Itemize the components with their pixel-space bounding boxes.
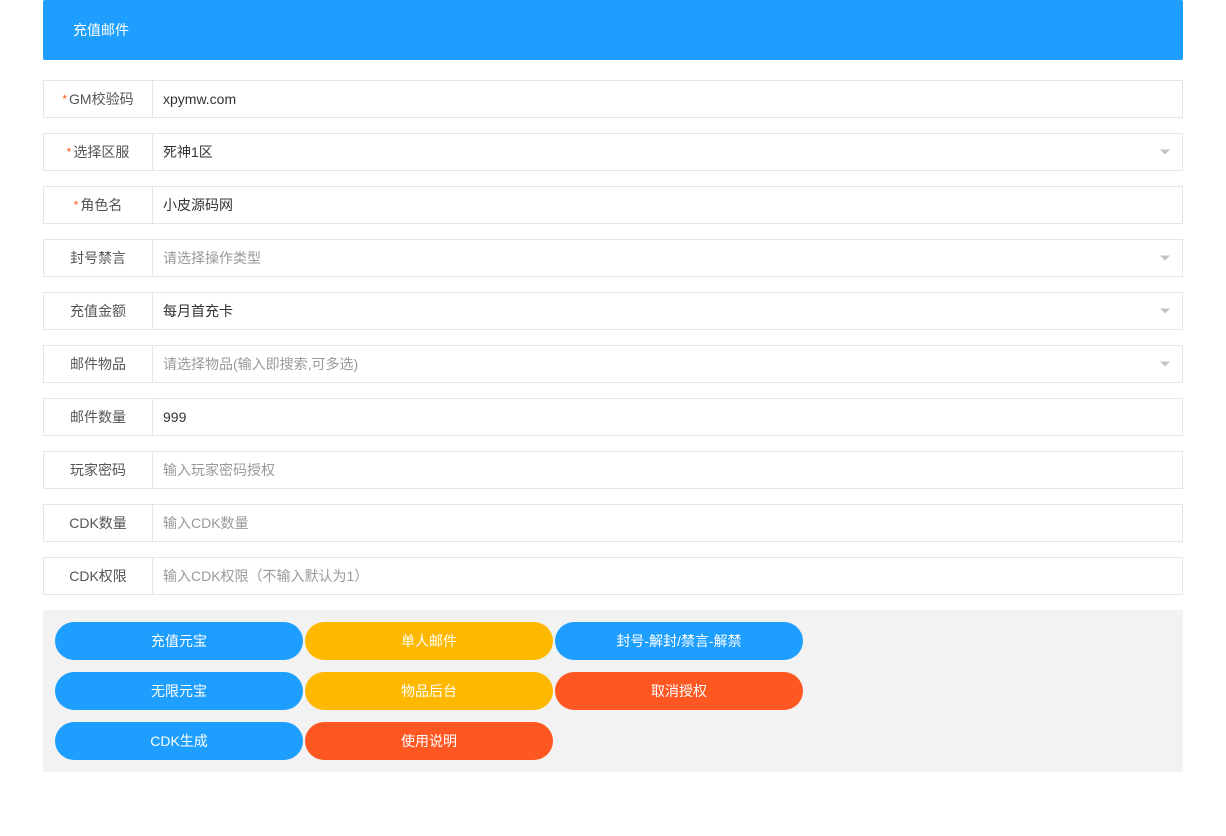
label-ban: 封号禁言 xyxy=(43,239,153,277)
chevron-down-icon xyxy=(1160,362,1170,367)
recharge-select-value: 每月首充卡 xyxy=(163,301,233,321)
cdk-qty-input[interactable] xyxy=(153,504,1183,542)
label-server: * 选择区服 xyxy=(43,133,153,171)
button-row-3: CDK生成 使用说明 xyxy=(55,722,1171,760)
chevron-down-icon xyxy=(1160,150,1170,155)
row-player-pwd: 玩家密码 xyxy=(43,451,1183,489)
label-text-server: 选择区服 xyxy=(73,142,129,162)
label-text-recharge: 充值金额 xyxy=(70,301,126,321)
item-backend-button[interactable]: 物品后台 xyxy=(305,672,553,710)
label-text-cdk-qty: CDK数量 xyxy=(69,513,127,533)
mail-item-placeholder: 请选择物品(输入即搜索,可多选) xyxy=(163,354,358,374)
label-player-pwd: 玩家密码 xyxy=(43,451,153,489)
row-server: * 选择区服 死神1区 xyxy=(43,133,1183,171)
gm-code-input[interactable] xyxy=(153,80,1183,118)
label-text-role: 角色名 xyxy=(80,195,122,215)
label-role-name: * 角色名 xyxy=(43,186,153,224)
recharge-yuanbao-button[interactable]: 充值元宝 xyxy=(55,622,303,660)
row-role-name: * 角色名 xyxy=(43,186,1183,224)
label-text-mail-item: 邮件物品 xyxy=(70,354,126,374)
recharge-select[interactable]: 每月首充卡 xyxy=(153,292,1183,330)
mail-item-select[interactable]: 请选择物品(输入即搜索,可多选) xyxy=(153,345,1183,383)
ban-select-placeholder: 请选择操作类型 xyxy=(163,248,261,268)
label-text-cdk-perm: CDK权限 xyxy=(69,566,127,586)
row-mail-qty: 邮件数量 xyxy=(43,398,1183,436)
required-mark: * xyxy=(62,92,67,106)
ban-select[interactable]: 请选择操作类型 xyxy=(153,239,1183,277)
button-row-2: 无限元宝 物品后台 取消授权 xyxy=(55,672,1171,710)
player-pwd-input[interactable] xyxy=(153,451,1183,489)
row-cdk-qty: CDK数量 xyxy=(43,504,1183,542)
label-text-player-pwd: 玩家密码 xyxy=(70,460,126,480)
label-gm-code: * GM校验码 xyxy=(43,80,153,118)
usage-info-button[interactable]: 使用说明 xyxy=(305,722,553,760)
row-gm-code: * GM校验码 xyxy=(43,80,1183,118)
button-row-1: 充值元宝 单人邮件 封号-解封/禁言-解禁 xyxy=(55,622,1171,660)
label-text-ban: 封号禁言 xyxy=(70,248,126,268)
label-text-mail-qty: 邮件数量 xyxy=(70,407,126,427)
unlimited-yuanbao-button[interactable]: 无限元宝 xyxy=(55,672,303,710)
single-mail-button[interactable]: 单人邮件 xyxy=(305,622,553,660)
row-mail-item: 邮件物品 请选择物品(输入即搜索,可多选) xyxy=(43,345,1183,383)
cdk-perm-input[interactable] xyxy=(153,557,1183,595)
server-select[interactable]: 死神1区 xyxy=(153,133,1183,171)
cancel-auth-button[interactable]: 取消授权 xyxy=(555,672,803,710)
button-panel: 充值元宝 单人邮件 封号-解封/禁言-解禁 无限元宝 物品后台 取消授权 CDK… xyxy=(43,610,1183,772)
page-title: 充值邮件 xyxy=(73,20,1153,40)
chevron-down-icon xyxy=(1160,309,1170,314)
row-ban: 封号禁言 请选择操作类型 xyxy=(43,239,1183,277)
mail-qty-input[interactable] xyxy=(153,398,1183,436)
ban-unban-button[interactable]: 封号-解封/禁言-解禁 xyxy=(555,622,803,660)
role-name-input[interactable] xyxy=(153,186,1183,224)
chevron-down-icon xyxy=(1160,256,1170,261)
cdk-generate-button[interactable]: CDK生成 xyxy=(55,722,303,760)
label-recharge: 充值金额 xyxy=(43,292,153,330)
header-panel: 充值邮件 xyxy=(43,0,1183,60)
server-select-value: 死神1区 xyxy=(163,142,213,162)
label-text-gm-code: GM校验码 xyxy=(69,89,134,109)
required-mark: * xyxy=(67,145,72,159)
label-cdk-qty: CDK数量 xyxy=(43,504,153,542)
row-recharge: 充值金额 每月首充卡 xyxy=(43,292,1183,330)
row-cdk-perm: CDK权限 xyxy=(43,557,1183,595)
required-mark: * xyxy=(74,198,79,212)
label-mail-item: 邮件物品 xyxy=(43,345,153,383)
label-cdk-perm: CDK权限 xyxy=(43,557,153,595)
label-mail-qty: 邮件数量 xyxy=(43,398,153,436)
